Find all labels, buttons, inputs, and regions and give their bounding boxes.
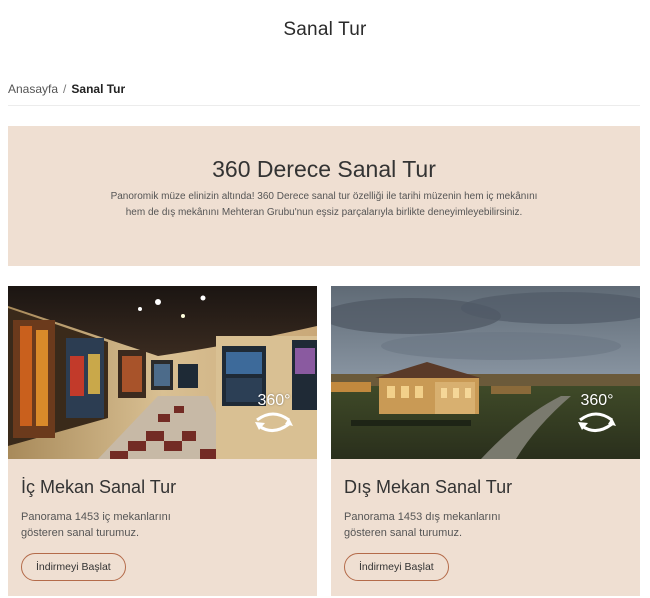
exterior-tour-description: Panorama 1453 dış mekanlarını gösteren s… [344,511,501,539]
interior-tour-description: Panorama 1453 iç mekanlarını gösteren sa… [21,511,171,539]
badge-360: 360° [574,392,620,436]
page-title: Sanal Tur [283,19,367,40]
exterior-tour-image[interactable]: 360° [331,286,640,459]
interior-start-download-button[interactable]: İndirmeyi Başlat [21,553,126,581]
interior-tour-card: 360° İç Mekan Sanal Tur Panorama 1453 iç… [8,286,317,596]
interior-tour-image[interactable]: 360° [8,286,317,459]
breadcrumb-current: Sanal Tur [71,82,126,96]
breadcrumb: Anasayfa / Sanal Tur [8,82,125,96]
rotate-360-icon [578,412,616,432]
hero-banner: 360 Derece Sanal Tur Panoromik müze elin… [8,126,640,266]
badge-360-label: 360° [580,392,614,409]
breadcrumb-separator: / [63,82,67,96]
exterior-tour-card: 360° Dış Mekan Sanal Tur Panorama 1453 d… [331,286,640,596]
breadcrumb-home-link[interactable]: Anasayfa [8,82,58,96]
hero-title: 360 Derece Sanal Tur [212,156,436,182]
badge-360-label: 360° [257,392,291,409]
exterior-tour-title: Dış Mekan Sanal Tur [344,477,513,497]
breadcrumb-divider [8,105,640,106]
badge-360: 360° [251,392,297,436]
interior-tour-title: İç Mekan Sanal Tur [21,477,177,497]
rotate-360-icon [255,412,293,432]
exterior-start-download-button[interactable]: İndirmeyi Başlat [344,553,449,581]
hero-description: Panoromik müze elinizin altında! 360 Der… [110,191,538,218]
